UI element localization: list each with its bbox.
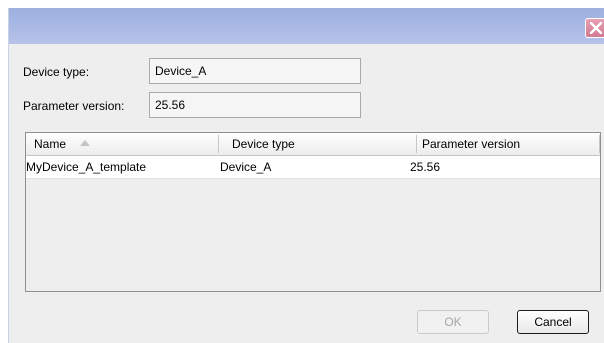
table-row[interactable]: MyDevice_A_template Device_A 25.56 xyxy=(26,156,600,179)
parameter-version-field[interactable]: 25.56 xyxy=(149,92,361,118)
column-header-device-type[interactable]: Device type xyxy=(232,133,295,155)
column-header-name[interactable]: Name xyxy=(34,133,91,155)
column-header-name-label: Name xyxy=(34,137,67,151)
template-selection-dialog: Device type: Device_A Parameter version:… xyxy=(8,8,604,343)
device-type-field[interactable]: Device_A xyxy=(149,58,361,84)
column-header-parameter-version[interactable]: Parameter version xyxy=(422,133,520,155)
title-bar[interactable] xyxy=(9,8,604,44)
column-divider[interactable] xyxy=(599,135,600,153)
table-header: Name Device type Parameter version xyxy=(26,133,600,156)
close-button[interactable] xyxy=(585,18,604,38)
cell-device-type: Device_A xyxy=(220,160,272,174)
cancel-button[interactable]: Cancel xyxy=(517,310,589,334)
template-table: Name Device type Parameter version MyDev… xyxy=(25,132,601,292)
sort-ascending-icon xyxy=(80,140,91,146)
column-divider[interactable] xyxy=(416,135,417,153)
close-icon xyxy=(590,22,602,34)
cell-name: MyDevice_A_template xyxy=(26,160,147,174)
device-type-label: Device type: xyxy=(23,65,90,79)
column-divider[interactable] xyxy=(218,135,219,153)
ok-button[interactable]: OK xyxy=(417,310,489,334)
cell-parameter-version: 25.56 xyxy=(410,160,441,174)
parameter-version-label: Parameter version: xyxy=(23,99,125,113)
